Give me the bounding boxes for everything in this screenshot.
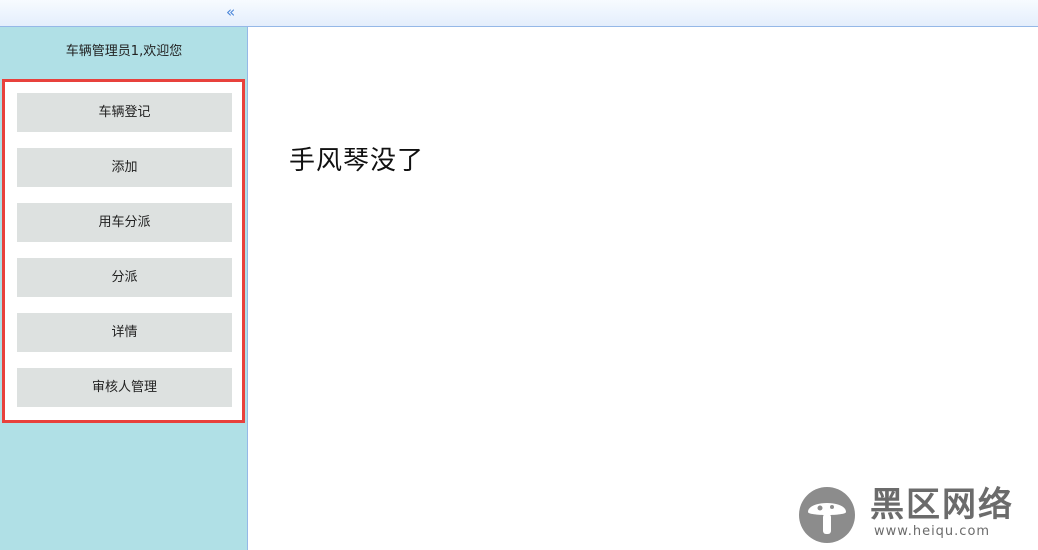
top-bar (248, 0, 1038, 27)
menu-item-dispatch[interactable]: 分派 (17, 258, 232, 297)
menu-item-add[interactable]: 添加 (17, 148, 232, 187)
menu-item-vehicle-register[interactable]: 车辆登记 (17, 93, 232, 132)
collapse-icon[interactable]: « (226, 3, 240, 21)
menu-item-vehicle-dispatch[interactable]: 用车分派 (17, 203, 232, 242)
app-window: « 车辆管理员1,欢迎您 车辆登记 添加 用车分派 分派 详情 审核人管理 手风… (0, 0, 1038, 550)
menu-panel: 车辆登记 添加 用车分派 分派 详情 审核人管理 (2, 79, 245, 423)
sidebar: « 车辆管理员1,欢迎您 车辆登记 添加 用车分派 分派 详情 审核人管理 (0, 0, 248, 550)
menu-item-details[interactable]: 详情 (17, 313, 232, 352)
watermark-url: www.heiqu.com (874, 524, 991, 539)
watermark: 黑区网络 www.heiqu.com (798, 484, 1030, 544)
menu-item-reviewer-management[interactable]: 审核人管理 (17, 368, 232, 407)
sidebar-header: « (0, 0, 248, 27)
mushroom-logo-icon (799, 487, 855, 543)
main-content-text: 手风琴没了 (289, 146, 425, 176)
welcome-text: 车辆管理员1,欢迎您 (65, 44, 183, 59)
watermark-title: 黑区网络 (870, 485, 1014, 525)
